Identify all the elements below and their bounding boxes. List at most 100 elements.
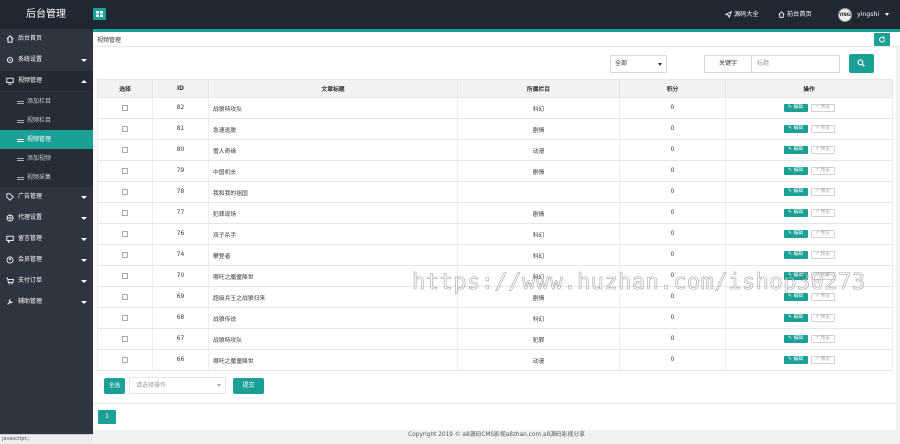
chevron-down-icon[interactable] [885,13,889,16]
sidebar-item-ads[interactable]: 广告管理 [0,187,93,207]
preview-button[interactable]: ↗ 预览 [810,188,835,196]
row-title: 战狼特攻队 [208,328,458,350]
preview-button[interactable]: ↗ 预览 [810,272,835,280]
preview-button[interactable]: ↗ 预览 [810,104,835,112]
chevron-down-icon [81,258,87,262]
row-category: 动漫 [457,349,620,371]
row-checkbox[interactable] [122,230,128,237]
sidebar-subitem-video-manage[interactable]: 视频管理 [0,130,93,149]
row-id: 74 [152,244,209,266]
user-name[interactable]: yingshi [857,0,879,29]
chevron-down-icon [658,63,662,66]
sidebar-subitem-video-collect[interactable]: 视频采集 [0,168,93,187]
pencil-icon: ✎ [787,210,792,215]
sidebar-item-orders[interactable]: 支付订单 [0,271,93,291]
sidebar-item-system[interactable]: 系统设置 [0,50,93,70]
breadcrumb-bar [93,32,900,47]
row-checkbox[interactable] [122,209,128,216]
preview-button[interactable]: ↗ 预览 [810,293,835,301]
search-icon [857,59,865,67]
row-points: 0 [619,97,726,119]
grid-icon [96,11,103,17]
preview-button[interactable]: ↗ 预览 [810,356,835,364]
row-checkbox[interactable] [122,188,128,195]
sidebar-item-agent[interactable]: 代理设置 [0,208,93,228]
edit-button[interactable]: ✎ 编辑 [783,293,808,301]
edit-button[interactable]: ✎ 编辑 [783,146,808,154]
chevron-up-icon [81,79,87,83]
submit-button[interactable]: 提交 [233,378,264,394]
column-header-actions: 操作 [725,79,893,98]
row-checkbox[interactable] [122,356,128,363]
row-points: 0 [619,307,726,329]
preview-button[interactable]: ↗ 预览 [810,251,835,259]
sidebar-subitem-video-category[interactable]: 视频栏目 [0,111,93,130]
row-checkbox[interactable] [122,314,128,321]
preview-button[interactable]: ↗ 预览 [810,146,835,154]
select-all-button[interactable]: 全选 [104,378,125,394]
menu-toggle-button[interactable] [93,8,106,20]
sidebar-subitem-add-video[interactable]: 添加视频 [0,149,93,168]
edit-button[interactable]: ✎ 编辑 [783,314,808,322]
sidebar-item-home[interactable]: 后台首页 [0,29,93,49]
row-checkbox[interactable] [122,146,128,153]
preview-button[interactable]: ↗ 预览 [810,209,835,217]
edit-button[interactable]: ✎ 编辑 [783,104,808,112]
row-points: 0 [619,286,726,308]
edit-button[interactable]: ✎ 编辑 [783,125,808,133]
preview-button[interactable]: ↗ 预览 [810,230,835,238]
bulk-operation-select[interactable]: 请选择操作 [129,377,226,394]
user-icon [6,256,14,264]
avatar[interactable]: YINGSHI [838,8,852,22]
sidebar-item-messages[interactable]: 留言管理 [0,229,93,249]
share-icon: ↗ [814,189,819,194]
row-category: 科幻 [457,244,620,266]
row-checkbox[interactable] [122,293,128,300]
row-id: 80 [152,139,209,161]
refresh-button[interactable] [874,33,890,46]
breadcrumb: 视频管理 [97,37,122,44]
sidebar-item-tools[interactable]: 辅助管理 [0,292,93,312]
edit-button[interactable]: ✎ 编辑 [783,209,808,217]
preview-button[interactable]: ↗ 预览 [810,125,835,133]
row-checkbox[interactable] [122,104,128,111]
row-checkbox[interactable] [122,272,128,279]
frontend-home-link[interactable]: 前台首页 [778,0,812,29]
page-button-current[interactable]: 1 [98,410,116,424]
refresh-icon [879,36,886,43]
share-icon: ↗ [814,315,819,320]
table-row: 80 雪人奇缘 动漫 0 ✎ 编辑 ↗ 预览 [97,139,893,161]
keyword-input[interactable]: 标题 [752,55,840,73]
edit-button[interactable]: ✎ 编辑 [783,335,808,343]
pencil-icon: ✎ [787,273,792,278]
preview-button[interactable]: ↗ 预览 [810,314,835,322]
preview-button[interactable]: ↗ 预览 [810,335,835,343]
row-title: 中国机长 [208,160,458,182]
row-category: 剧情 [457,286,620,308]
row-checkbox[interactable] [122,251,128,258]
row-category [457,181,620,203]
edit-button[interactable]: ✎ 编辑 [783,356,808,364]
edit-button[interactable]: ✎ 编辑 [783,251,808,259]
chevron-down-icon [81,216,87,220]
sidebar-item-members[interactable]: 会员管理 [0,250,93,270]
edit-button[interactable]: ✎ 编辑 [783,272,808,280]
edit-button[interactable]: ✎ 编辑 [783,188,808,196]
home-icon [778,10,785,18]
monitor-icon [6,77,14,85]
row-checkbox[interactable] [122,335,128,342]
edit-button[interactable]: ✎ 编辑 [783,167,808,175]
category-select[interactable]: 全部 [610,55,667,73]
preview-button[interactable]: ↗ 预览 [810,167,835,175]
sidebar-subitem-add-category[interactable]: 添加栏目 [0,92,93,111]
row-category: 剧情 [457,160,620,182]
pagination-bar [93,403,896,430]
row-checkbox[interactable] [122,125,128,132]
source-link[interactable]: 源码大全 [725,0,759,29]
search-button[interactable] [849,54,874,73]
row-points: 0 [619,181,726,203]
sidebar-item-video[interactable]: 视频管理 [0,71,93,91]
column-header-select: 选择 [97,79,153,98]
edit-button[interactable]: ✎ 编辑 [783,230,808,238]
row-checkbox[interactable] [122,167,128,174]
